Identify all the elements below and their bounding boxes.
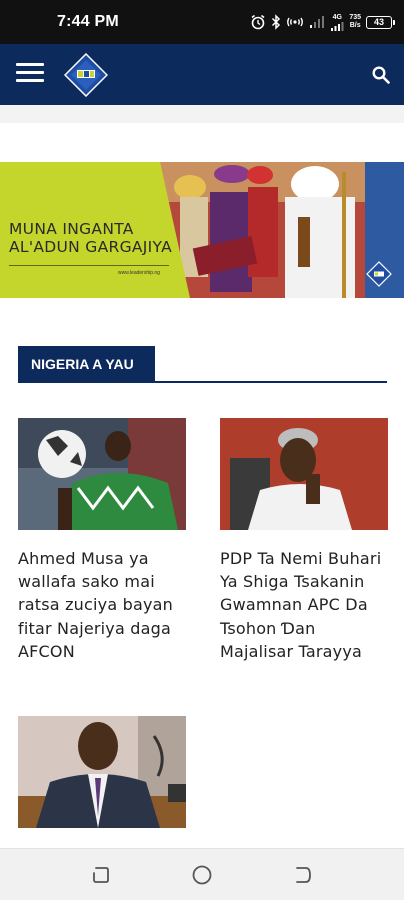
section-underline	[18, 381, 387, 383]
app-header	[0, 44, 404, 105]
article-card[interactable]	[18, 716, 186, 845]
status-time: 7:44 PM	[57, 13, 119, 30]
battery-level: 43	[373, 17, 384, 27]
article-thumbnail[interactable]	[220, 418, 388, 530]
network-type-label: 4G	[332, 13, 342, 21]
data-rate-value: 735	[349, 14, 361, 21]
battery-icon: 43	[366, 15, 395, 29]
article-title[interactable]: Ahmed Musa ya wallafa sako mai ratsa zuc…	[18, 547, 186, 663]
hotspot-icon	[287, 17, 304, 27]
header-divider	[0, 105, 404, 123]
banner-divider	[9, 265, 169, 266]
recents-icon[interactable]	[90, 864, 112, 886]
status-bar: 7:44 PM 4G 735 B/s 43	[0, 0, 404, 44]
promo-banner[interactable]: MUNA INGANTA AL'ADUN GARGAJIYA www.leade…	[0, 162, 404, 298]
section-header: NIGERIA A YAU	[18, 346, 387, 384]
site-logo[interactable]	[64, 53, 108, 97]
article-card[interactable]: PDP Ta Nemi Buhari Ya Shiga Tsakanin Gwa…	[220, 418, 388, 663]
article-thumbnail[interactable]	[18, 716, 186, 828]
article-title[interactable]: PDP Ta Nemi Buhari Ya Shiga Tsakanin Gwa…	[220, 547, 388, 663]
search-icon[interactable]	[372, 66, 390, 84]
banner-url: www.leadership.ng	[118, 270, 160, 276]
back-icon[interactable]	[292, 864, 314, 886]
signal-icon-1	[310, 16, 325, 28]
banner-title: MUNA INGANTA AL'ADUN GARGAJIYA	[9, 220, 173, 256]
data-rate-unit: B/s	[349, 22, 361, 29]
signal-icon-2	[331, 21, 344, 31]
section-title[interactable]: NIGERIA A YAU	[18, 346, 155, 382]
banner-logo-badge	[366, 261, 392, 287]
status-icons: 4G 735 B/s 43	[250, 12, 395, 32]
article-card[interactable]: Ahmed Musa ya wallafa sako mai ratsa zuc…	[18, 418, 186, 663]
home-circle-icon[interactable]	[191, 864, 213, 886]
alarm-icon	[251, 14, 265, 30]
bluetooth-icon	[272, 14, 281, 30]
system-nav-bar	[0, 848, 404, 900]
network-type: 4G	[330, 14, 344, 31]
article-thumbnail[interactable]	[18, 418, 186, 530]
menu-icon[interactable]	[16, 63, 44, 85]
data-rate: 735 B/s	[349, 14, 361, 30]
